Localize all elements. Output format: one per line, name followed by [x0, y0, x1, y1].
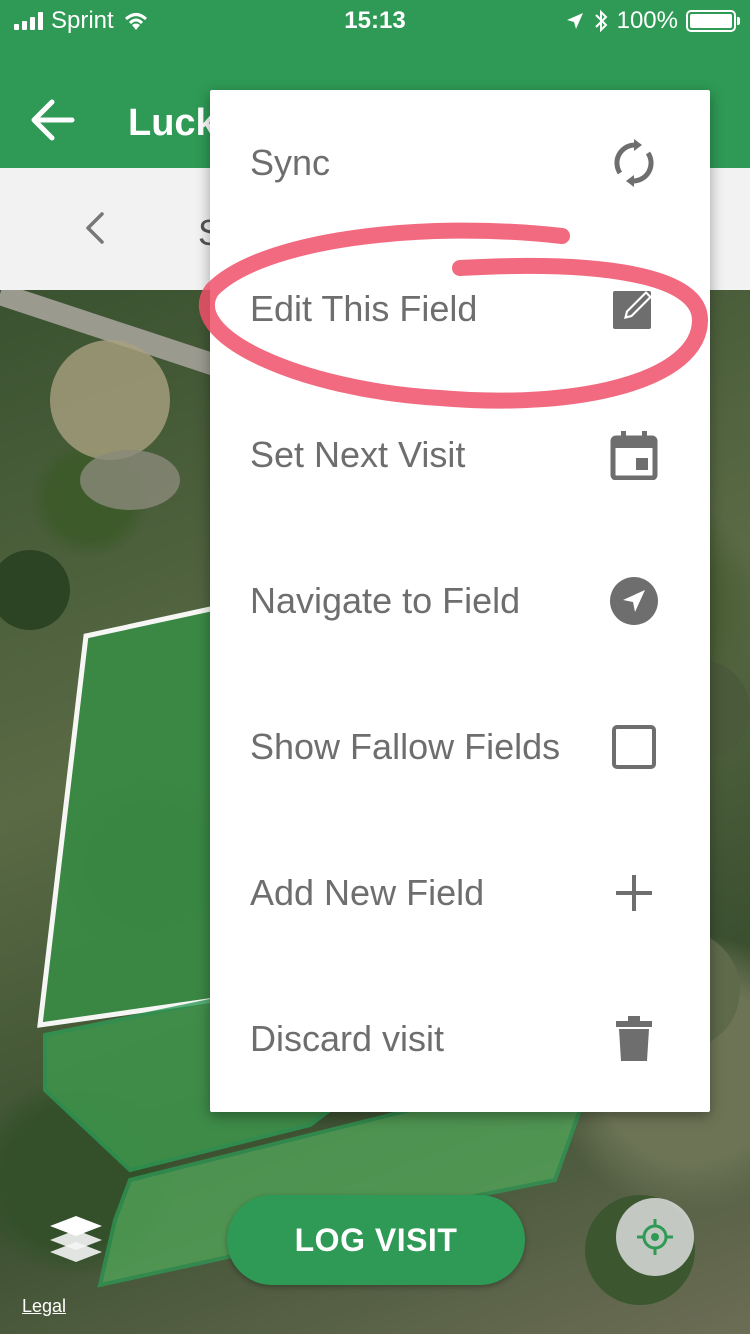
crosshair-icon — [637, 1219, 673, 1255]
legal-link[interactable]: Legal — [22, 1296, 66, 1317]
chevron-left-icon — [86, 212, 104, 244]
map-clearing — [80, 450, 180, 510]
bluetooth-icon — [594, 9, 608, 33]
map-clearing — [50, 340, 170, 460]
menu-item-label: Sync — [250, 142, 331, 183]
log-visit-button[interactable]: LOG VISIT — [227, 1195, 525, 1285]
calendar-icon — [608, 429, 660, 481]
location-arrow-icon — [566, 13, 583, 29]
map-trees — [0, 550, 70, 630]
menu-item-label: Discard visit — [250, 1018, 445, 1059]
menu-item-edit-field[interactable]: Edit This Field — [210, 236, 710, 382]
plus-icon — [608, 867, 660, 919]
previous-button[interactable] — [78, 208, 114, 248]
menu-item-sync[interactable]: Sync — [210, 90, 710, 236]
overflow-menu: Sync Edit This Field Set Next Visit Navi… — [210, 90, 710, 1112]
menu-item-label: Set Next Visit — [250, 434, 466, 475]
menu-item-discard-visit[interactable]: Discard visit — [210, 966, 710, 1112]
arrow-left-icon — [31, 99, 75, 141]
menu-item-label: Show Fallow Fields — [250, 726, 561, 767]
checkbox-icon[interactable] — [608, 721, 660, 773]
menu-item-label: Navigate to Field — [250, 580, 521, 621]
navigate-icon — [608, 575, 660, 627]
menu-item-add-field[interactable]: Add New Field — [210, 820, 710, 966]
menu-item-label: Add New Field — [250, 872, 485, 913]
sync-icon — [608, 137, 660, 189]
edit-icon — [608, 283, 660, 335]
status-right: 100% — [565, 7, 740, 35]
status-bar: Sprint 15:13 100% — [0, 0, 750, 40]
selected-field — [37, 604, 218, 1028]
menu-item-set-next-visit[interactable]: Set Next Visit — [210, 382, 710, 528]
back-button[interactable] — [26, 92, 82, 148]
menu-item-show-fallow[interactable]: Show Fallow Fields — [210, 674, 710, 820]
page-title: Luck — [128, 102, 217, 144]
trash-icon — [608, 1013, 660, 1065]
layers-icon — [50, 1216, 102, 1262]
locate-button[interactable] — [616, 1198, 694, 1276]
menu-item-navigate[interactable]: Navigate to Field — [210, 528, 710, 674]
battery-percent: 100% — [616, 7, 678, 34]
battery-icon — [686, 10, 740, 32]
menu-item-label: Edit This Field — [250, 288, 478, 329]
layers-button[interactable] — [44, 1206, 108, 1270]
